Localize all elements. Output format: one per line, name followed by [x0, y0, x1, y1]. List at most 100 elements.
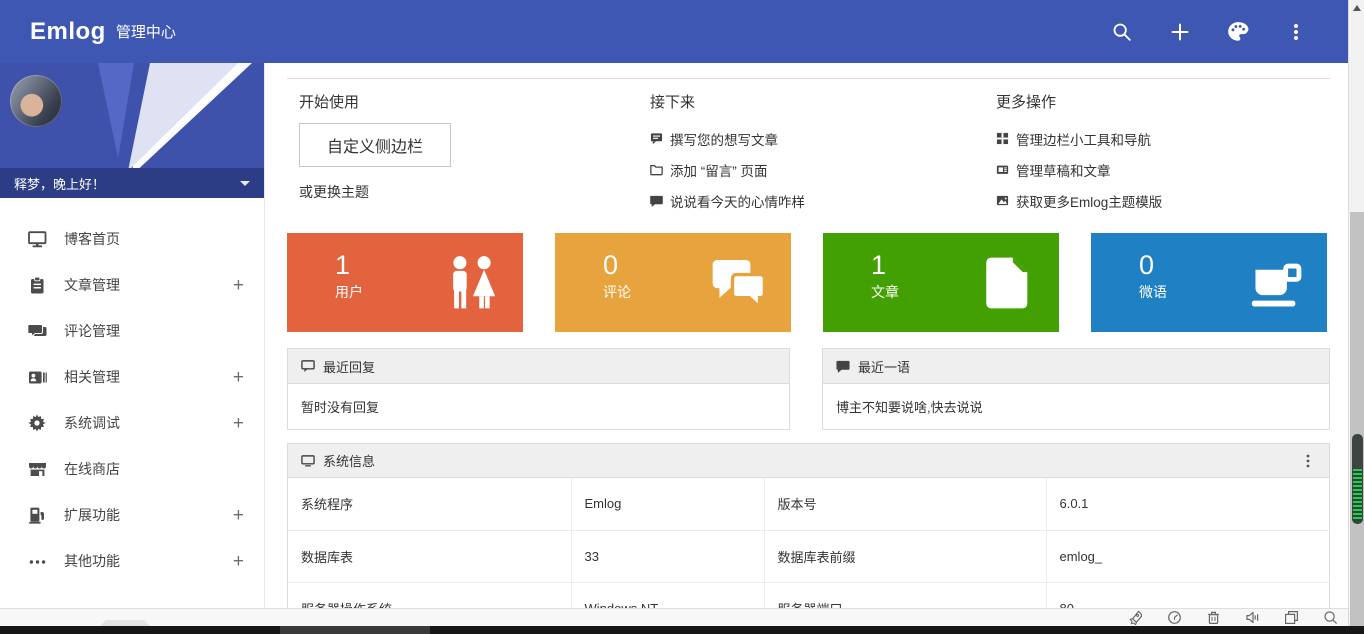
- rocket-icon[interactable]: [1128, 610, 1143, 625]
- store-icon: [28, 460, 47, 479]
- customize-sidebar-button[interactable]: 自定义侧边栏: [299, 123, 451, 167]
- info-value: emlog_: [1046, 530, 1329, 582]
- browser-scrollbar[interactable]: [1348, 0, 1364, 626]
- volume-icon[interactable]: [1245, 610, 1260, 625]
- next-steps-heading: 接下来: [650, 92, 996, 114]
- recent-words-panel: 最近一语 博主不知要说啥,快去说说: [822, 348, 1330, 430]
- info-label: 数据库表前缀: [764, 530, 1046, 582]
- add-icon[interactable]: [1168, 20, 1192, 44]
- sidebar-item-articles[interactable]: 文章管理 +: [0, 262, 264, 308]
- emlog-logo[interactable]: Emlog: [30, 18, 106, 46]
- coffee-icon: [1247, 254, 1305, 312]
- get-started-column: 开始使用 自定义侧边栏 或更换主题: [287, 92, 650, 218]
- gauge-icon[interactable]: [1167, 610, 1182, 625]
- panel-kebab-icon[interactable]: [1300, 452, 1316, 470]
- sidebar-item-store[interactable]: 在线商店: [0, 446, 264, 492]
- scrollbar-marker-stripes: [1353, 469, 1362, 521]
- stat-card-comments[interactable]: 0 评论: [555, 233, 791, 332]
- newspaper-icon: [996, 163, 1009, 176]
- write-article-link[interactable]: 撰写您的想写文章: [650, 123, 996, 154]
- welcome-panel: 开始使用 自定义侧边栏 或更换主题 接下来 撰写您的想写文章 添加 “留言” 页…: [287, 78, 1330, 218]
- os-taskbar-edge: [0, 626, 1364, 634]
- recent-words-header: 最近一语: [822, 348, 1330, 384]
- chat-filled-icon: [836, 359, 850, 373]
- sidebar-menu: 博客首页 文章管理 + 评论管理 相关管理 +: [0, 198, 264, 584]
- sidebar-item-label: 相关管理: [64, 367, 120, 387]
- browser-bottom-bar: [0, 608, 1348, 626]
- info-value: 6.0.1: [1046, 478, 1329, 530]
- monitor-small-icon: [301, 454, 315, 468]
- monitor-icon: [28, 230, 47, 249]
- greeting-text: 释梦，晚上好！: [14, 174, 105, 193]
- folder-icon: [650, 163, 663, 176]
- panels-row: 最近回复 暂时没有回复 最近一语 博主不知要说啥,快去说说: [287, 348, 1330, 430]
- main-content: 开始使用 自定义侧边栏 或更换主题 接下来 撰写您的想写文章 添加 “留言” 页…: [265, 63, 1348, 608]
- greeting-bar[interactable]: 释梦，晚上好！: [0, 168, 264, 198]
- expand-icon[interactable]: +: [233, 414, 244, 433]
- stat-cards-row: 1 用户 0 评论 1 文章 0 微语: [287, 233, 1330, 332]
- scrollbar-thumb[interactable]: [1350, 212, 1364, 626]
- scrollbar-marker: [1352, 434, 1363, 524]
- info-label: 服务器操作系统: [288, 582, 571, 608]
- page-title: 管理中心: [116, 21, 176, 42]
- recent-replies-body: 暂时没有回复: [287, 384, 790, 430]
- theme-palette-icon[interactable]: [1226, 20, 1250, 44]
- sidebar-item-system-debug[interactable]: 系统调试 +: [0, 400, 264, 446]
- expand-icon[interactable]: +: [233, 368, 244, 387]
- sidebar-item-label: 扩展功能: [64, 505, 120, 525]
- next-steps-column: 接下来 撰写您的想写文章 添加 “留言” 页面 说说看今天的心情咋样: [650, 92, 996, 218]
- comment-outline-icon: [301, 359, 315, 373]
- info-value: Windows NT: [571, 582, 764, 608]
- post-mood-link[interactable]: 说说看今天的心情咋样: [650, 185, 996, 216]
- expand-icon[interactable]: +: [233, 506, 244, 525]
- sidebar-item-label: 其他功能: [64, 551, 120, 571]
- info-label: 系统程序: [288, 478, 571, 530]
- stat-card-whispers[interactable]: 0 微语: [1091, 233, 1327, 332]
- windows-icon[interactable]: [1284, 610, 1299, 625]
- system-info-header: 系统信息: [288, 444, 1329, 478]
- id-card-icon: [28, 368, 47, 387]
- expand-icon[interactable]: +: [233, 552, 244, 571]
- stat-card-articles[interactable]: 1 文章: [823, 233, 1059, 332]
- taskbar-segment: [280, 626, 430, 634]
- sidebar-item-related[interactable]: 相关管理 +: [0, 354, 264, 400]
- users-icon: [443, 254, 501, 312]
- comments-icon: [28, 322, 47, 341]
- zoom-icon[interactable]: [1323, 610, 1338, 625]
- clipboard-icon: [28, 276, 47, 295]
- recent-replies-panel: 最近回复 暂时没有回复: [287, 348, 790, 430]
- system-info-panel: 系统信息 系统程序 Emlog 版本号 6.0.1: [287, 443, 1330, 608]
- manage-drafts-link[interactable]: 管理草稿和文章: [996, 154, 1330, 185]
- gear-icon: [28, 414, 47, 433]
- manage-widgets-link[interactable]: 管理边栏小工具和导航: [996, 123, 1330, 154]
- dropdown-caret-icon: [240, 181, 250, 186]
- sidebar-item-other[interactable]: 其他功能 +: [0, 538, 264, 584]
- plugin-icon: [28, 506, 47, 525]
- scroll-up-arrow-icon[interactable]: [1353, 5, 1361, 11]
- chat-icon: [650, 194, 663, 207]
- get-themes-link[interactable]: 获取更多Emlog主题模版: [996, 185, 1330, 216]
- sidebar-item-label: 系统调试: [64, 413, 120, 433]
- sidebar-item-comments[interactable]: 评论管理: [0, 308, 264, 354]
- sidebar-item-blog-home[interactable]: 博客首页: [0, 216, 264, 262]
- info-label: 版本号: [764, 478, 1046, 530]
- trash-icon[interactable]: [1206, 610, 1221, 625]
- more-menu-icon[interactable]: [1284, 20, 1308, 44]
- change-theme-link[interactable]: 或更换主题: [299, 182, 650, 202]
- sidebar-item-extensions[interactable]: 扩展功能 +: [0, 492, 264, 538]
- no-words-text: 博主不知要说啥,快去说说: [836, 397, 983, 416]
- recent-replies-header: 最近回复: [287, 348, 790, 384]
- stat-card-users[interactable]: 1 用户: [287, 233, 523, 332]
- table-row: 系统程序 Emlog 版本号 6.0.1: [288, 478, 1329, 530]
- comment-lines-icon: [650, 132, 663, 145]
- profile-header: 释梦，晚上好！: [0, 63, 264, 198]
- add-guestbook-page-link[interactable]: 添加 “留言” 页面: [650, 154, 996, 185]
- table-row: 服务器操作系统 Windows NT 服务器端口 80: [288, 582, 1329, 608]
- user-avatar[interactable]: [10, 75, 62, 127]
- sidebar-item-label: 文章管理: [64, 275, 120, 295]
- sidebar-item-label: 在线商店: [64, 459, 120, 479]
- emlog-admin-page: Emlog 管理中心: [0, 0, 1364, 634]
- search-icon[interactable]: [1110, 20, 1134, 44]
- expand-icon[interactable]: +: [233, 276, 244, 295]
- grid-icon: [996, 132, 1009, 145]
